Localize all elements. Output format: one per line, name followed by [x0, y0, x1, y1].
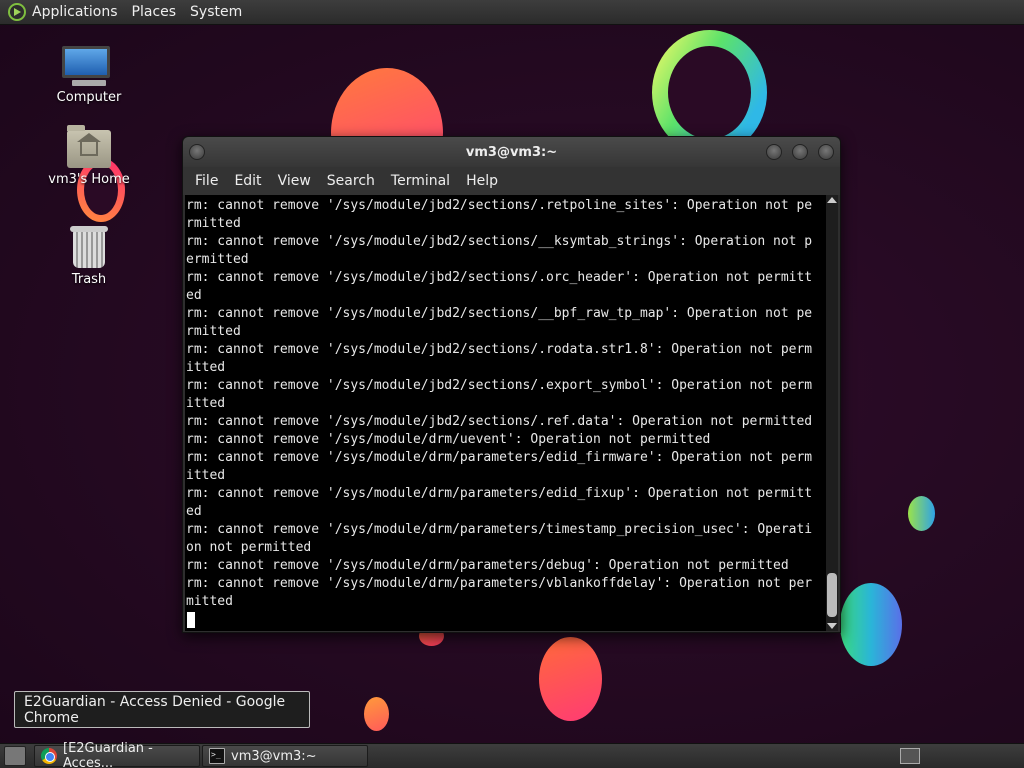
desktop-icon-home[interactable]: vm3's Home [44, 125, 134, 187]
window-title: vm3@vm3:~ [465, 144, 558, 160]
terminal-line: rm: cannot remove '/sys/module/drm/param… [186, 450, 813, 465]
terminal-prompt-line [186, 611, 826, 629]
menu-system[interactable]: System [190, 4, 242, 20]
terminal-line: rm: cannot remove '/sys/module/jbd2/sect… [186, 342, 813, 357]
minimize-button[interactable] [766, 144, 782, 160]
desktop-icon-label: vm3's Home [48, 172, 130, 187]
close-button[interactable] [818, 144, 834, 160]
scroll-up-arrow-icon[interactable] [827, 197, 837, 203]
terminal-line: rm: cannot remove '/sys/module/drm/param… [186, 522, 813, 537]
terminal-line: rmitted [186, 324, 241, 339]
terminal-text: rm: cannot remove '/sys/module/jbd2/sect… [185, 195, 826, 629]
terminal-scrollbar[interactable] [826, 195, 838, 631]
terminal-line: ermitted [186, 252, 249, 267]
menu-edit[interactable]: Edit [226, 173, 269, 189]
terminal-line: rm: cannot remove '/sys/module/jbd2/sect… [186, 306, 813, 321]
terminal-line: rm: cannot remove '/sys/module/jbd2/sect… [186, 378, 813, 393]
trash-icon [70, 226, 108, 268]
desktop-icon-label: Trash [71, 272, 107, 287]
tooltip-text: E2Guardian - Access Denied - Google Chro… [24, 693, 286, 726]
taskbar-item-chrome[interactable]: [E2Guardian - Acces... [34, 741, 200, 768]
distro-logo-icon[interactable] [8, 3, 26, 21]
menu-applications[interactable]: Applications [32, 4, 118, 20]
wallpaper-shape [908, 496, 935, 531]
terminal-line: itted [186, 396, 226, 411]
desktop-icon-label: Computer [56, 90, 122, 105]
menu-file[interactable]: File [187, 173, 226, 189]
terminal-line: on not permitted [186, 540, 312, 555]
desktop-icon-computer[interactable]: Computer [44, 46, 134, 105]
window-tooltip: E2Guardian - Access Denied - Google Chro… [14, 691, 310, 728]
terminal-line: rm: cannot remove '/sys/module/jbd2/sect… [186, 270, 813, 285]
chrome-icon [41, 748, 57, 764]
terminal-line: mitted [186, 594, 233, 609]
terminal-line: ed [186, 288, 202, 303]
bottom-taskbar: [E2Guardian - Acces... >_ vm3@vm3:~ [0, 741, 1024, 768]
scroll-down-arrow-icon[interactable] [827, 623, 837, 629]
terminal-line: rm: cannot remove '/sys/module/jbd2/sect… [186, 198, 813, 213]
terminal-line: rmitted [186, 216, 241, 231]
taskbar-item-label: [E2Guardian - Acces... [63, 741, 153, 768]
menu-help[interactable]: Help [458, 173, 506, 189]
top-panel: Applications Places System [0, 0, 1024, 25]
terminal-menu-bar: File Edit View Search Terminal Help [183, 167, 840, 195]
scrollbar-thumb[interactable] [827, 573, 837, 617]
terminal-line: rm: cannot remove '/sys/module/drm/param… [186, 576, 813, 591]
menu-view[interactable]: View [270, 173, 319, 189]
terminal-window: vm3@vm3:~ File Edit View Search Terminal… [182, 136, 841, 633]
taskbar-item-label: vm3@vm3:~ [231, 748, 317, 764]
text-cursor [187, 611, 195, 628]
terminal-line: itted [186, 468, 226, 483]
terminal-line: rm: cannot remove '/sys/module/jbd2/sect… [186, 234, 813, 249]
title-bar[interactable]: vm3@vm3:~ [183, 137, 840, 167]
show-desktop-button[interactable] [4, 746, 26, 766]
terminal-line: rm: cannot remove '/sys/module/drm/ueven… [186, 432, 711, 447]
menu-terminal[interactable]: Terminal [383, 173, 458, 189]
wallpaper-shape [364, 697, 389, 731]
desktop-icon-trash[interactable]: Trash [44, 226, 134, 287]
terminal-line: rm: cannot remove '/sys/module/drm/param… [186, 558, 789, 573]
maximize-button[interactable] [792, 144, 808, 160]
terminal-output[interactable]: rm: cannot remove '/sys/module/jbd2/sect… [185, 195, 826, 631]
window-menu-button[interactable] [189, 144, 205, 160]
wallpaper-shape [539, 637, 602, 721]
terminal-line: rm: cannot remove '/sys/module/jbd2/sect… [186, 414, 813, 429]
home-folder-icon [67, 125, 111, 168]
terminal-icon: >_ [209, 748, 225, 764]
taskbar-item-terminal[interactable]: >_ vm3@vm3:~ [202, 745, 368, 767]
menu-search[interactable]: Search [319, 173, 383, 189]
computer-icon [62, 46, 116, 86]
wallpaper-shape [840, 583, 902, 666]
terminal-line: itted [186, 360, 226, 375]
menu-places[interactable]: Places [132, 4, 177, 20]
terminal-line: ed [186, 504, 202, 519]
workspace-switcher[interactable] [900, 748, 920, 764]
terminal-line: rm: cannot remove '/sys/module/drm/param… [186, 486, 813, 501]
